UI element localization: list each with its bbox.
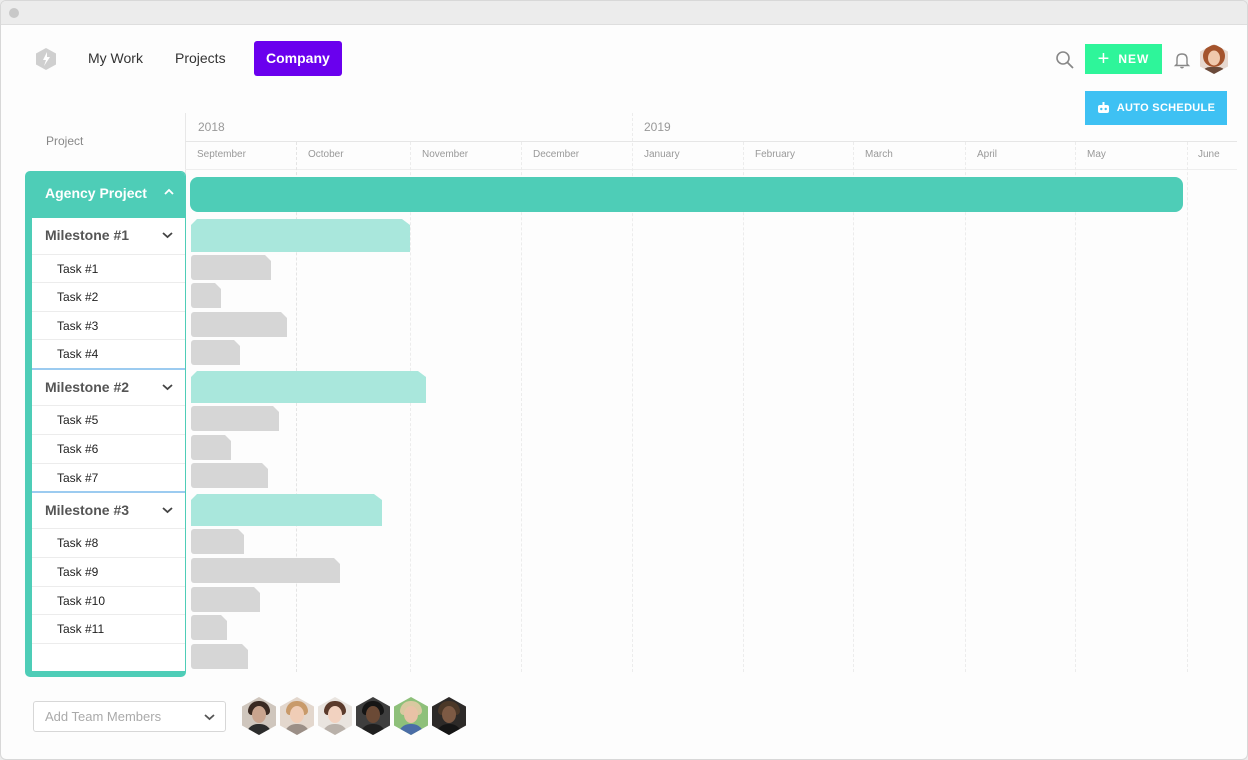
milestone-row[interactable]: Milestone #1 <box>32 218 185 254</box>
month-label: September <box>197 149 246 160</box>
window-control[interactable] <box>9 8 19 18</box>
month-gridline <box>1187 142 1188 672</box>
team-member-avatar[interactable] <box>242 697 276 735</box>
month-label: May <box>1087 149 1106 160</box>
task-bar[interactable] <box>191 283 221 308</box>
task-bar[interactable] <box>191 529 244 554</box>
task-row[interactable]: Task #3 <box>32 311 185 339</box>
milestone-name: Milestone #1 <box>45 227 130 243</box>
timeline-header-divider <box>185 169 1237 170</box>
task-row[interactable]: Task #11 <box>32 614 185 642</box>
task-row[interactable]: Task #8 <box>32 528 185 556</box>
project-tree: Agency Project Milestone #1 Task #1 Task… <box>25 171 186 677</box>
chevron-down-icon[interactable] <box>162 231 173 239</box>
month-gridline <box>965 142 966 672</box>
task-bar[interactable] <box>191 558 340 583</box>
plus-icon: + <box>1097 48 1111 70</box>
milestone-bar[interactable] <box>191 371 426 403</box>
month-gridline <box>521 142 522 672</box>
task-bar[interactable] <box>191 435 231 460</box>
task-row[interactable]: Task #1 <box>32 254 185 282</box>
app-window: My Work Projects Company + NEW AUTO SCHE… <box>0 0 1248 760</box>
month-label: January <box>644 149 680 160</box>
project-header[interactable]: Agency Project <box>32 172 185 218</box>
timeline-header-divider <box>185 141 1237 142</box>
milestone-row[interactable]: Milestone #3 <box>32 493 185 529</box>
task-row[interactable]: Task #10 <box>32 586 185 614</box>
month-gridline <box>1075 142 1076 672</box>
month-label: March <box>865 149 893 160</box>
task-bar[interactable] <box>191 644 248 669</box>
milestone-name: Milestone #2 <box>45 379 130 395</box>
month-label: November <box>422 149 469 160</box>
month-gridline <box>410 142 411 672</box>
task-row[interactable]: Task #5 <box>32 405 185 433</box>
month-label: October <box>308 149 344 160</box>
milestone-bar[interactable] <box>191 494 382 526</box>
month-label: December <box>533 149 580 160</box>
nav-my-work[interactable]: My Work <box>76 41 155 76</box>
auto-schedule-label: AUTO SCHEDULE <box>1116 102 1216 114</box>
task-row[interactable]: Task #6 <box>32 434 185 462</box>
month-label: February <box>755 149 796 160</box>
search-icon[interactable] <box>1055 50 1075 70</box>
project-name: Agency Project <box>45 185 147 201</box>
chevron-down-icon[interactable] <box>162 506 173 514</box>
add-team-members-placeholder: Add Team Members <box>45 709 162 724</box>
month-label: April <box>977 149 998 160</box>
chevron-up-icon[interactable] <box>164 187 174 197</box>
add-team-members-select[interactable]: Add Team Members <box>33 701 226 732</box>
robot-icon <box>1097 102 1109 113</box>
team-member-avatar[interactable] <box>356 697 390 735</box>
team-member-avatar[interactable] <box>432 697 466 735</box>
month-label: June <box>1198 149 1220 160</box>
task-bar[interactable] <box>191 340 240 365</box>
month-gridline <box>743 142 744 672</box>
year-label: 2018 <box>198 120 225 134</box>
milestone-name: Milestone #3 <box>45 502 130 518</box>
milestone-row[interactable]: Milestone #2 <box>32 370 185 406</box>
year-label: 2019 <box>644 120 671 134</box>
month-gridline <box>853 142 854 672</box>
task-row[interactable]: Task #7 <box>32 463 185 491</box>
task-bar[interactable] <box>191 312 287 337</box>
task-row[interactable]: Task #9 <box>32 557 185 585</box>
user-avatar[interactable] <box>1200 44 1228 74</box>
project-bar[interactable] <box>190 177 1183 212</box>
task-row[interactable]: Task #2 <box>32 282 185 310</box>
milestone-bar[interactable] <box>191 219 410 252</box>
new-button-label: NEW <box>1118 52 1150 66</box>
team-member-avatar[interactable] <box>280 697 314 735</box>
project-column-label: Project <box>46 134 84 148</box>
nav-company[interactable]: Company <box>254 41 342 76</box>
chevron-down-icon <box>204 714 215 721</box>
task-bar[interactable] <box>191 463 268 488</box>
task-bar[interactable] <box>191 406 279 431</box>
logo-icon[interactable] <box>35 47 57 71</box>
auto-schedule-button[interactable]: AUTO SCHEDULE <box>1085 91 1227 125</box>
team-member-avatar[interactable] <box>394 697 428 735</box>
task-bar[interactable] <box>191 587 260 612</box>
title-bar <box>1 1 1247 25</box>
new-button[interactable]: + NEW <box>1085 44 1162 74</box>
team-member-avatar[interactable] <box>318 697 352 735</box>
task-bar[interactable] <box>191 255 271 280</box>
task-bar[interactable] <box>191 615 227 640</box>
nav-projects[interactable]: Projects <box>163 41 238 76</box>
chevron-down-icon[interactable] <box>162 383 173 391</box>
bell-icon[interactable] <box>1173 51 1191 69</box>
task-row[interactable]: Task #4 <box>32 339 185 367</box>
task-row-empty <box>32 643 185 671</box>
